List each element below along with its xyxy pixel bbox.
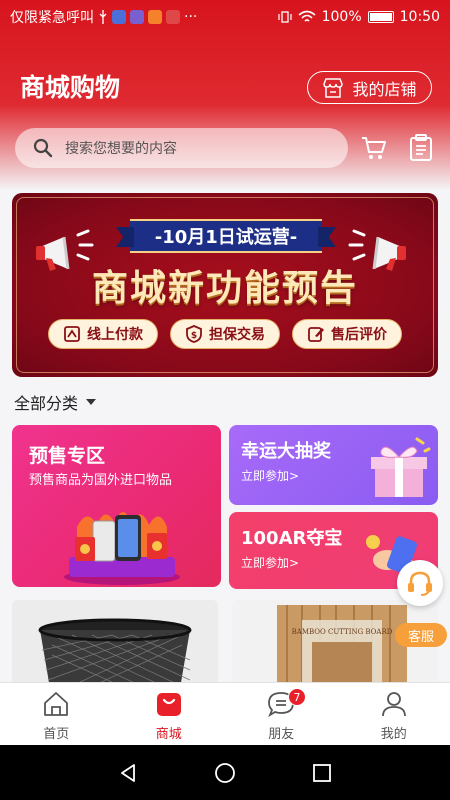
- feature-pills: 线上付款 $ 担保交易 售后评价: [12, 319, 438, 349]
- treasure-hunt-subtitle: 立即参加>: [241, 556, 300, 570]
- tab-label: 朋友: [268, 727, 295, 742]
- promo-banner[interactable]: -10月1日试运营- 商城新功能预告 线上付款 $ 担保交易 售后评价: [12, 193, 438, 377]
- my-shop-button[interactable]: 我的店铺: [307, 71, 432, 104]
- svg-text:$: $: [191, 331, 197, 341]
- lucky-draw-title: 幸运大抽奖: [241, 441, 331, 462]
- app-notification-icon: [166, 10, 180, 24]
- customer-service-label[interactable]: 客服: [395, 623, 447, 647]
- presale-title: 预售专区: [29, 445, 106, 467]
- app-notification-icon: [130, 10, 144, 24]
- tab-home[interactable]: 首页: [0, 683, 113, 745]
- shield-icon: $: [186, 325, 202, 343]
- bottom-tab-bar: 首页 商城 7 朋友 我的: [0, 682, 450, 745]
- tab-label: 首页: [43, 727, 70, 742]
- box-text: BAMBOO CUTTING BOARD: [292, 628, 393, 636]
- feature-pill-label: 担保交易: [209, 327, 265, 343]
- tab-friends[interactable]: 7 朋友: [225, 683, 338, 745]
- payment-icon: [64, 326, 80, 342]
- shopping-bag-icon: [156, 693, 181, 716]
- feature-pill-label: 售后评价: [331, 327, 387, 343]
- lucky-draw-subtitle: 立即参加>: [241, 469, 300, 483]
- app-notification-icon: [112, 10, 126, 24]
- feature-pill-guaranteed-trade: $ 担保交易: [170, 319, 280, 349]
- battery-percent: 100%: [321, 9, 362, 25]
- usb-icon: [99, 10, 107, 24]
- headset-icon: [408, 571, 432, 596]
- system-nav-bar: [0, 745, 450, 800]
- search-placeholder: 搜索您想要的内容: [65, 141, 177, 157]
- lucky-draw-card[interactable]: 幸运大抽奖 立即参加>: [229, 425, 438, 505]
- cart-icon[interactable]: [360, 134, 388, 162]
- tab-label: 我的: [380, 727, 407, 742]
- gift-box-icon: [371, 437, 431, 497]
- presale-illustration: [64, 512, 180, 585]
- caret-down-icon: [86, 399, 97, 405]
- home-icon: [44, 692, 69, 716]
- status-bar: 仅限紧急呼叫 ··· 100% 10:50: [0, 0, 450, 34]
- home-circle-icon[interactable]: [214, 762, 236, 784]
- more-notifications: ···: [184, 9, 198, 25]
- feature-pill-online-payment: 线上付款: [48, 319, 158, 349]
- page-title: 商城购物: [20, 73, 121, 102]
- battery-icon: [367, 11, 394, 23]
- tab-mall[interactable]: 商城: [113, 683, 226, 745]
- search-input[interactable]: 搜索您想要的内容: [15, 128, 348, 168]
- tab-label: 商城: [155, 727, 182, 742]
- treasure-hunt-title: 100AR夺宝: [241, 528, 343, 549]
- vibrate-icon: [278, 11, 292, 23]
- clipboard-icon[interactable]: [408, 134, 434, 162]
- presale-subtitle: 预售商品为国外进口物品: [29, 473, 173, 488]
- tab-mine[interactable]: 我的: [338, 683, 450, 745]
- unread-badge: 7: [288, 688, 306, 706]
- edit-icon: [308, 327, 324, 342]
- category-dropdown[interactable]: 全部分类: [14, 390, 97, 414]
- wifi-icon: [298, 10, 316, 22]
- presale-card[interactable]: 预售专区 预售商品为国外进口物品: [12, 425, 221, 587]
- launch-date-ribbon: -10月1日试运营-: [130, 219, 322, 253]
- shop-icon: [323, 77, 344, 98]
- recents-icon[interactable]: [311, 762, 333, 784]
- category-label: 全部分类: [14, 394, 79, 413]
- feature-pill-after-sales-review: 售后评价: [292, 319, 402, 349]
- back-icon[interactable]: [117, 762, 139, 784]
- customer-service-button[interactable]: [397, 560, 443, 606]
- feature-pill-label: 线上付款: [87, 327, 143, 343]
- carrier-text: 仅限紧急呼叫: [10, 10, 94, 26]
- search-icon: [33, 138, 53, 158]
- my-shop-label: 我的店铺: [352, 79, 417, 99]
- user-icon: [381, 692, 406, 717]
- app-notification-icon: [148, 10, 162, 24]
- banner-headline: 商城新功能预告: [91, 268, 358, 309]
- clock: 10:50: [399, 9, 440, 25]
